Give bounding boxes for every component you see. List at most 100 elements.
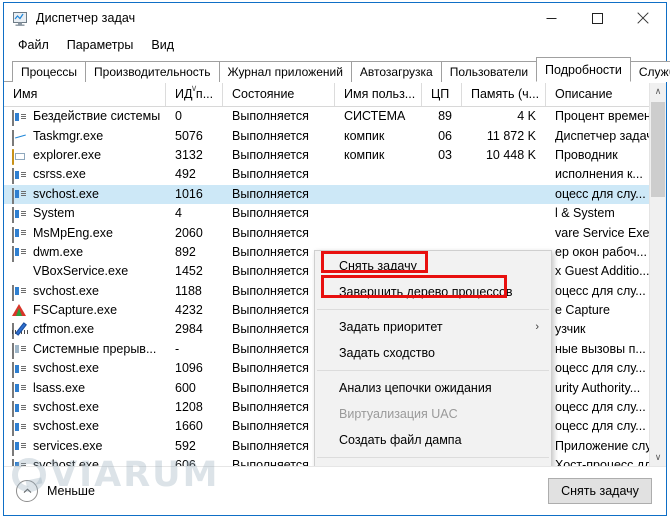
cell-description: оцесс для слу... <box>546 359 666 378</box>
menubar-item-options[interactable]: Параметры <box>60 36 143 54</box>
tab-users[interactable]: Пользователи <box>440 61 538 82</box>
cell-pid: 5076 <box>166 127 223 146</box>
cell-description: оцесс для слу... <box>546 282 666 301</box>
cell-description: Диспетчер задач <box>546 127 666 146</box>
cell-pid: 1188 <box>166 282 223 301</box>
cell-text: svchost.exe <box>33 283 100 298</box>
cell-pid: 2060 <box>166 224 223 243</box>
context-menu-item-1[interactable]: Завершить дерево процессов <box>315 279 551 305</box>
context-menu-item-3[interactable]: Задать сходство <box>315 340 551 366</box>
column-header-6[interactable]: Описание <box>546 83 666 106</box>
table-row[interactable]: System 4 Выполняется l & System <box>4 204 666 224</box>
column-header-2[interactable]: Состояние <box>223 83 335 106</box>
cell-text: svchost.exe <box>33 458 100 466</box>
generic-process-icon <box>12 109 27 127</box>
minimize-button[interactable] <box>528 3 574 33</box>
scrollbar-thumb[interactable] <box>651 102 665 197</box>
chevron-up-icon <box>16 480 38 502</box>
cell-name: Бездействие системы <box>4 107 166 127</box>
context-menu-item-7[interactable]: Открыть расположение файла <box>315 462 551 466</box>
cell-text: 1452 <box>175 264 203 279</box>
tab-startup[interactable]: Автозагрузка <box>350 61 442 82</box>
tab-app-history[interactable]: Журнал приложений <box>218 61 352 82</box>
cell-name: services.exe <box>4 437 166 456</box>
cell-text: 1660 <box>175 419 203 434</box>
cell-text: 1188 <box>175 283 202 298</box>
cell-description: vare Service Exe... <box>546 224 666 243</box>
cell-name: System <box>4 204 166 224</box>
generic-process-icon <box>12 419 27 437</box>
fscapture-icon <box>12 303 27 318</box>
cell-text: 06 <box>438 128 452 143</box>
cell-pid: 606 <box>166 456 223 466</box>
column-header-1[interactable]: ИД п... ∨ <box>166 83 223 106</box>
table-row[interactable]: explorer.exe 3132 Выполняется компик 03 10 44… <box>4 146 666 165</box>
menubar-item-file[interactable]: Файл <box>11 36 58 54</box>
cell-name: svchost.exe <box>4 456 166 466</box>
table-row[interactable]: csrss.exe 492 Выполняется исполнения к... <box>4 165 666 185</box>
table-row[interactable]: Taskmgr.exe 5076 Выполняется компик 06 11 872… <box>4 126 666 146</box>
cell-text: 5076 <box>175 128 203 143</box>
column-header-0[interactable]: Имя <box>4 83 166 106</box>
cell-text: svchost.exe <box>33 419 100 434</box>
cell-text: 10 448 K <box>485 147 536 162</box>
generic-process-icon <box>12 226 27 243</box>
generic-process-icon <box>12 458 27 466</box>
cell-text: - <box>175 341 180 356</box>
maximize-button[interactable] <box>574 3 620 33</box>
scroll-down-arrow[interactable]: ∨ <box>650 449 666 466</box>
tab-processes[interactable]: Процессы <box>12 61 87 82</box>
tab-performance[interactable]: Производительность <box>85 61 220 82</box>
tab-services[interactable]: Службы <box>629 61 670 82</box>
cell-description: urity Authority... <box>546 379 666 398</box>
context-menu-item-6[interactable]: Создать файл дампа <box>315 427 551 453</box>
cell-description: Хост-процесс для слу... <box>546 456 666 466</box>
cell-status: Выполняется <box>223 165 335 184</box>
column-header-3[interactable]: Имя польз... <box>335 83 422 106</box>
cell-text: Выполняется <box>232 458 309 466</box>
context-menu-separator <box>317 370 549 371</box>
menubar-item-view[interactable]: Вид <box>144 36 183 54</box>
cell-text: Выполняется <box>232 380 309 395</box>
process-context-menu: Снять задачу Завершить дерево процессов За… <box>314 250 552 466</box>
cell-description: исполнения к... <box>546 165 666 184</box>
cell-user: компик <box>335 146 422 165</box>
cell-text: 492 <box>175 167 196 182</box>
cell-text: ctfmon.exe <box>33 322 95 337</box>
task-manager-window: Диспетчер задач Файл Параметры Вид Проце… <box>3 2 670 516</box>
scroll-up-arrow[interactable]: ∧ <box>650 83 666 100</box>
table-row[interactable]: svchost.exe 1016 Выполняется оцесс для слу.… <box>4 184 666 204</box>
close-button[interactable] <box>620 3 666 33</box>
tab-details[interactable]: Подробности <box>536 57 631 82</box>
cell-pid: 1016 <box>166 185 223 204</box>
cell-text: 4 <box>175 206 182 221</box>
vertical-scrollbar[interactable]: ∧ ∨ <box>649 83 666 466</box>
table-row[interactable]: Бездействие системы 0 Выполняется СИСТЕМА 89… <box>4 107 666 127</box>
cell-text: 1096 <box>175 361 203 376</box>
bottom-bar: Меньше Снять задачу <box>4 466 666 515</box>
cell-text: 2984 <box>175 322 203 337</box>
cell-description: оцесс для слу... <box>546 398 666 417</box>
column-header-label: Имя <box>13 87 38 101</box>
taskmanager-icon <box>12 129 27 146</box>
column-header-label: ЦП <box>431 87 450 101</box>
end-task-button[interactable]: Снять задачу <box>548 478 652 504</box>
table-row[interactable]: MsMpEng.exe 2060 Выполняется vare Service E… <box>4 223 666 243</box>
context-menu-separator <box>317 309 549 310</box>
column-header-4[interactable]: ЦП <box>422 83 462 106</box>
context-menu-item-label: Анализ цепочки ожидания <box>339 381 492 395</box>
column-header-5[interactable]: Память (ч... <box>462 83 546 106</box>
cell-text: vare Service Exe... <box>555 225 660 240</box>
cell-status: Выполняется <box>223 127 335 146</box>
cell-text: Проводник <box>555 147 618 162</box>
tab-strip: Процессы Производительность Журнал прило… <box>4 56 670 82</box>
cell-text: 4 K <box>517 109 536 124</box>
cell-text: оцесс для слу... <box>555 400 646 415</box>
context-menu-item-0[interactable]: Снять задачу <box>315 253 551 279</box>
context-menu-item-4[interactable]: Анализ цепочки ожидания <box>315 375 551 401</box>
context-menu-item-2[interactable]: Задать приоритет › <box>315 314 551 340</box>
cell-memory: 10 448 K <box>462 146 546 165</box>
cell-name: dwm.exe <box>4 243 166 262</box>
fewer-details-button[interactable]: Меньше <box>16 480 95 502</box>
cell-pid: 600 <box>166 379 223 398</box>
